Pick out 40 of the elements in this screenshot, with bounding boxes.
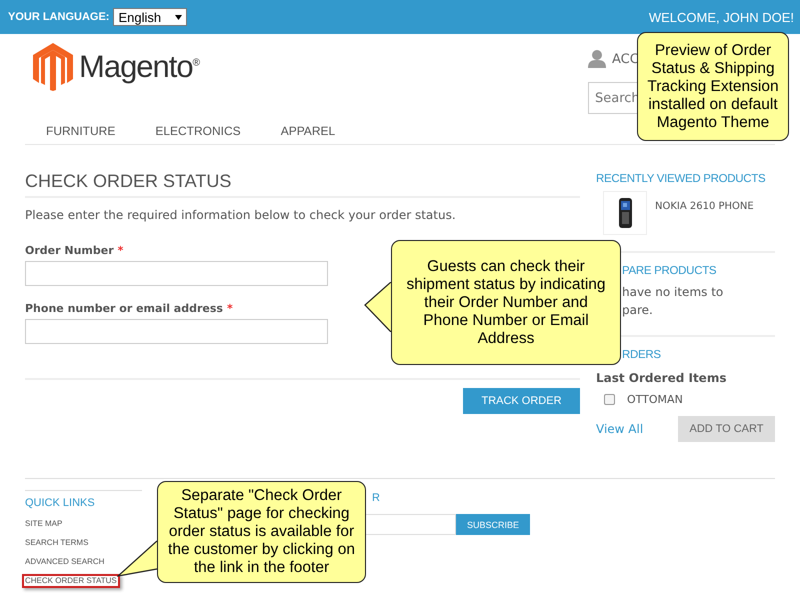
- caret-icon: [175, 12, 182, 22]
- logo-icon: [33, 43, 73, 91]
- pointer-icon: [117, 540, 157, 578]
- required-mark: *: [118, 244, 124, 257]
- callout-tooltip: Separate "Check Order Status" page for checking order status is available for the customer by clicking on the link in the footer: [157, 481, 366, 583]
- footer-link[interactable]: ADVANCED SEARCH: [22, 555, 108, 569]
- footer-link[interactable]: CHECK ORDER STATUS: [22, 574, 120, 588]
- page-title: CHECK ORDER STATUS: [25, 171, 580, 198]
- checkbox[interactable]: [604, 394, 615, 405]
- language-label: YOUR LANGUAGE:: [8, 11, 110, 23]
- required-mark: *: [226, 302, 233, 315]
- product-name[interactable]: NOKIA 2610 PHONE: [655, 201, 754, 212]
- callout-tooltip: Guests can check their shipment status by indicating their Order Number and Phone Number or Email Address: [391, 240, 621, 365]
- input-field[interactable]: [25, 261, 328, 286]
- message-text: pare.: [622, 302, 654, 319]
- message-text: have no items to: [622, 284, 724, 301]
- account-link[interactable]: ACC: [612, 52, 639, 66]
- logo-text: Magento$^{®}$: [79, 49, 200, 85]
- subsection-title: Last Ordered Items: [596, 371, 728, 385]
- input-field[interactable]: [25, 319, 328, 344]
- field-label: Phone number or email address: [25, 302, 223, 315]
- nav-link[interactable]: APPAREL: [280, 124, 336, 138]
- footer-link[interactable]: SITE MAP: [22, 517, 66, 531]
- field-label: Order Number: [25, 244, 114, 257]
- section-title: RDERS: [621, 349, 662, 361]
- nav-link[interactable]: FURNITURE: [46, 124, 116, 138]
- callout-tooltip: Preview of Order Status & Shipping Tracking Extension installed on default Magento Theme: [637, 32, 789, 141]
- language-dropdown[interactable]: English: [113, 8, 188, 26]
- section-title: PARE PRODUCTS: [622, 265, 718, 277]
- welcome-text: WELCOME, JOHN DOE!: [648, 10, 794, 24]
- section-title: RECENTLY VIEWED PRODUCTS: [596, 173, 766, 185]
- user-icon: [588, 50, 606, 68]
- add-to-cart-button[interactable]: ADD TO CART: [678, 416, 775, 442]
- section-title: QUICK LINKS: [25, 490, 142, 509]
- pointer-icon: [364, 282, 391, 332]
- nav-link[interactable]: ELECTRONICS: [155, 124, 241, 138]
- product-name: OTTOMAN: [627, 393, 683, 406]
- intro-text: Please enter the required information below to check your order status.: [25, 208, 457, 222]
- section-title: R: [372, 492, 381, 504]
- footer-link[interactable]: SEARCH TERMS: [22, 536, 92, 550]
